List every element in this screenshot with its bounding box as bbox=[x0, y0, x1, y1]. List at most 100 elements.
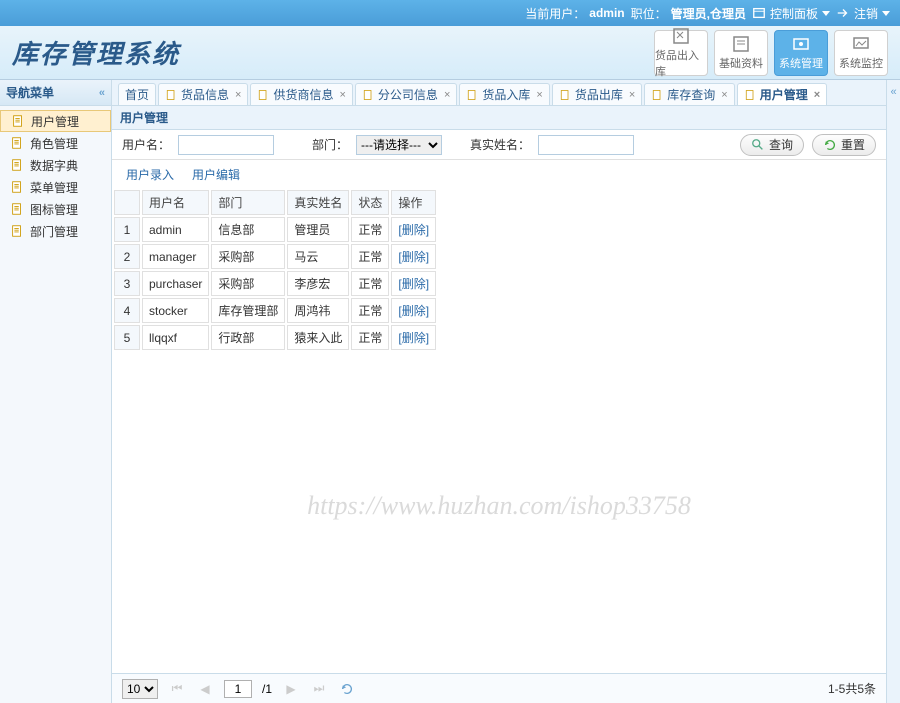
table-row[interactable]: 4stocker库存管理部周鸿祎正常[删除] bbox=[114, 298, 436, 323]
page-icon bbox=[10, 136, 24, 150]
module-label: 系统管理 bbox=[779, 55, 823, 71]
cell-dept: 采购部 bbox=[211, 244, 285, 269]
module-3[interactable]: 系统监控 bbox=[834, 30, 888, 76]
module-icon bbox=[671, 27, 691, 45]
table-row[interactable]: 1admin信息部管理员正常[删除] bbox=[114, 217, 436, 242]
header: 库存管理系统 货品出入库基础资料系统管理系统监控 bbox=[0, 26, 900, 80]
panel-title: 用户管理 bbox=[112, 106, 886, 130]
page-icon bbox=[10, 202, 24, 216]
tab-5[interactable]: 货品出库× bbox=[552, 83, 642, 105]
pagesize-select[interactable]: 10 bbox=[122, 679, 158, 699]
module-icon bbox=[791, 35, 811, 53]
logout-menu[interactable]: 注销 bbox=[836, 5, 890, 22]
toolbar: 用户录入 用户编辑 bbox=[112, 160, 886, 188]
page-icon bbox=[466, 89, 478, 101]
dept-label: 部门： bbox=[312, 136, 348, 153]
tab-7[interactable]: 用户管理× bbox=[737, 83, 827, 105]
page-icon bbox=[744, 89, 756, 101]
reset-button[interactable]: 重置 bbox=[812, 134, 876, 156]
table-row[interactable]: 3purchaser采购部李彦宏正常[删除] bbox=[114, 271, 436, 296]
tab-6[interactable]: 库存查询 × bbox=[644, 83, 734, 105]
edit-user-button[interactable]: 用户编辑 bbox=[188, 166, 240, 183]
close-icon[interactable]: × bbox=[719, 89, 727, 101]
control-panel-menu[interactable]: 控制面板 bbox=[752, 5, 830, 22]
close-icon[interactable]: × bbox=[627, 89, 635, 101]
username-input[interactable] bbox=[178, 135, 274, 155]
row-number: 1 bbox=[114, 217, 140, 242]
tab-2[interactable]: 供货商信息 × bbox=[250, 83, 352, 105]
module-2[interactable]: 系统管理 bbox=[774, 30, 828, 76]
search-bar: 用户名： 部门： ---请选择--- 真实姓名： 查询 重置 bbox=[112, 130, 886, 160]
tab-bar: 首页货品信息×供货商信息×分公司信息×货品入库×货品出库×库存查询×用户管理× bbox=[112, 80, 886, 106]
user-label: 当前用户： bbox=[525, 5, 585, 22]
cell-username: admin bbox=[142, 217, 209, 242]
delete-link[interactable]: [删除] bbox=[391, 325, 436, 350]
tab-label: 首页 bbox=[125, 86, 149, 103]
delete-link[interactable]: [删除] bbox=[391, 271, 436, 296]
page-info: 1-5共5条 bbox=[828, 680, 876, 697]
page-input[interactable] bbox=[224, 680, 252, 698]
tab-label: 货品入库 bbox=[482, 86, 530, 103]
sidebar-item-3[interactable]: 菜单管理 bbox=[0, 176, 111, 198]
close-icon[interactable]: × bbox=[534, 89, 542, 101]
cell-realname: 管理员 bbox=[287, 217, 349, 242]
pagination-bar: 10 ⏮ ◀ /1 ▶ ⏭ 1-5共5条 bbox=[112, 673, 886, 703]
table-row[interactable]: 5llqqxf行政部猿来入此正常[删除] bbox=[114, 325, 436, 350]
sidebar-item-0[interactable]: 用户管理 bbox=[0, 110, 111, 132]
refresh-button[interactable] bbox=[338, 680, 356, 698]
cell-realname: 马云 bbox=[287, 244, 349, 269]
sidebar-item-1[interactable]: 角色管理 bbox=[0, 132, 111, 154]
module-icon bbox=[851, 35, 871, 53]
close-icon[interactable]: × bbox=[442, 89, 450, 101]
page-icon bbox=[10, 180, 24, 194]
cell-status: 正常 bbox=[351, 271, 389, 296]
tab-label: 供货商信息 bbox=[273, 86, 333, 103]
tab-label: 分公司信息 bbox=[378, 86, 438, 103]
right-collapse[interactable]: « bbox=[886, 80, 900, 703]
app-logo: 库存管理系统 bbox=[12, 34, 180, 71]
delete-link[interactable]: [删除] bbox=[391, 217, 436, 242]
watermark: https://www.huzhan.com/ishop33758 bbox=[307, 491, 691, 521]
table-header: 用户名部门真实姓名状态操作 bbox=[114, 190, 436, 215]
page-icon bbox=[10, 224, 24, 238]
nav-label: 数据字典 bbox=[30, 157, 78, 174]
cell-username: llqqxf bbox=[142, 325, 209, 350]
cell-username: stocker bbox=[142, 298, 209, 323]
close-icon[interactable]: × bbox=[233, 89, 241, 101]
collapse-left-icon[interactable]: « bbox=[99, 87, 105, 99]
total-pages: /1 bbox=[262, 682, 272, 696]
delete-link[interactable]: [删除] bbox=[391, 244, 436, 269]
module-0[interactable]: 货品出入库 bbox=[654, 30, 708, 76]
sidebar-item-5[interactable]: 部门管理 bbox=[0, 220, 111, 242]
add-user-button[interactable]: 用户录入 bbox=[122, 166, 174, 183]
add-label: 用户录入 bbox=[126, 166, 174, 183]
module-1[interactable]: 基础资料 bbox=[714, 30, 768, 76]
page-icon bbox=[362, 89, 374, 101]
tab-label: 库存查询 bbox=[667, 86, 715, 103]
realname-input[interactable] bbox=[538, 135, 634, 155]
delete-link[interactable]: [删除] bbox=[391, 298, 436, 323]
module-label: 货品出入库 bbox=[655, 47, 707, 79]
collapse-right-icon: « bbox=[890, 86, 896, 98]
dept-select[interactable]: ---请选择--- bbox=[356, 135, 442, 155]
tab-0[interactable]: 首页 bbox=[118, 83, 156, 105]
tab-3[interactable]: 分公司信息 × bbox=[355, 83, 457, 105]
nav-label: 菜单管理 bbox=[30, 179, 78, 196]
logout-label: 注销 bbox=[854, 5, 878, 22]
sidebar-item-4[interactable]: 图标管理 bbox=[0, 198, 111, 220]
table-row[interactable]: 2manager采购部马云正常[删除] bbox=[114, 244, 436, 269]
chevron-down-icon bbox=[822, 11, 830, 16]
module-label: 基础资料 bbox=[719, 55, 763, 71]
first-page-button[interactable]: ⏮ bbox=[168, 680, 186, 698]
close-icon[interactable]: × bbox=[812, 89, 820, 101]
last-page-button[interactable]: ⏭ bbox=[310, 680, 328, 698]
query-button[interactable]: 查询 bbox=[740, 134, 804, 156]
close-icon[interactable]: × bbox=[337, 89, 345, 101]
chevron-down-icon bbox=[882, 11, 890, 16]
sidebar-item-2[interactable]: 数据字典 bbox=[0, 154, 111, 176]
username-label: 用户名： bbox=[122, 136, 170, 153]
tab-1[interactable]: 货品信息× bbox=[158, 83, 248, 105]
tab-4[interactable]: 货品入库 × bbox=[459, 83, 549, 105]
next-page-button[interactable]: ▶ bbox=[282, 680, 300, 698]
prev-page-button[interactable]: ◀ bbox=[196, 680, 214, 698]
